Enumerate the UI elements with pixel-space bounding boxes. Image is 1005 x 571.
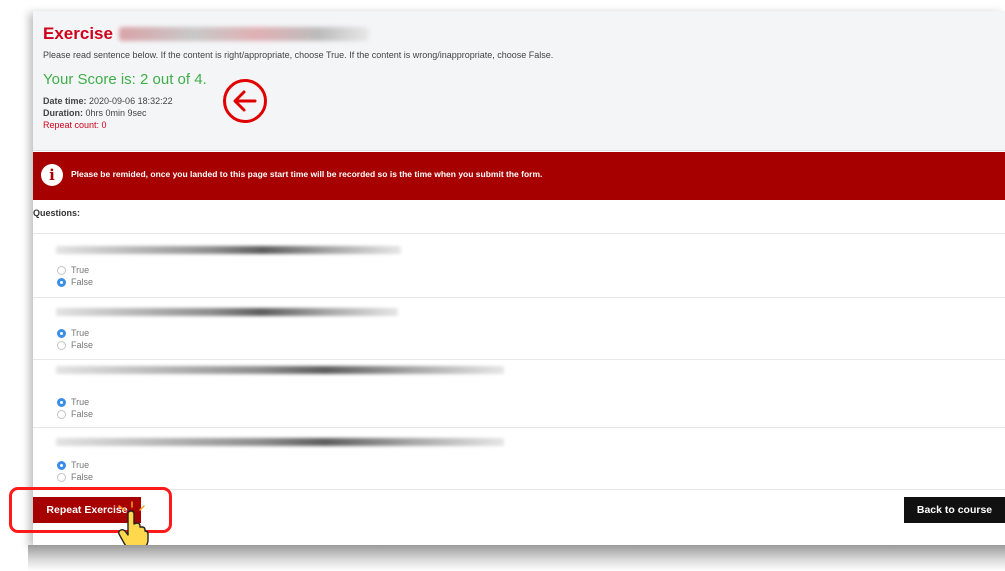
exercise-result-page: Exercise Please read sentence below. If …: [33, 11, 1005, 545]
radio-false[interactable]: [57, 340, 66, 350]
option-label: True: [71, 328, 90, 338]
notice-text: Please be remided, once you landed to th…: [71, 169, 543, 179]
option-true[interactable]: True: [57, 328, 89, 338]
question-item: True False: [33, 297, 1005, 360]
redacted-question-text: [56, 308, 398, 316]
option-label: True: [71, 265, 90, 275]
score-text: Your Score is: 2 out of 4.: [43, 71, 207, 88]
left-arrow-circle-icon: [223, 79, 267, 123]
instruction-text: Please read sentence below. If the conte…: [43, 50, 554, 60]
option-true[interactable]: True: [57, 265, 89, 275]
back-to-course-button[interactable]: Back to course: [904, 497, 1005, 523]
notice-banner: i Please be remided, once you landed to …: [33, 152, 1005, 200]
pointing-hand-icon: [118, 501, 149, 548]
option-label: True: [71, 460, 90, 470]
option-false[interactable]: False: [57, 277, 93, 287]
radio-true-selected[interactable]: [57, 328, 66, 338]
radio-false-selected[interactable]: [57, 277, 66, 287]
questions-label: Questions:: [33, 208, 81, 218]
option-true[interactable]: True: [57, 460, 89, 470]
info-icon: i: [41, 164, 63, 186]
date-time-label: Date time:: [43, 96, 87, 106]
option-label: True: [71, 397, 90, 407]
option-true[interactable]: True: [57, 397, 89, 407]
page-title: Exercise: [43, 24, 369, 44]
redacted-question-text: [56, 366, 504, 374]
duration: Duration: 0hrs 0min 9sec: [43, 108, 147, 118]
repeat-count: Repeat count: 0: [43, 120, 107, 130]
option-label: False: [71, 277, 94, 287]
option-false[interactable]: False: [57, 409, 93, 419]
result-header: Exercise Please read sentence below. If …: [33, 11, 1005, 151]
option-false[interactable]: False: [57, 472, 93, 482]
radio-true[interactable]: [57, 265, 66, 275]
radio-false[interactable]: [57, 472, 66, 482]
option-label: False: [71, 340, 94, 350]
radio-true-selected[interactable]: [57, 460, 66, 470]
date-time-value: 2020-09-06 18:32:22: [89, 96, 173, 106]
divider: [33, 489, 1005, 491]
title-prefix: Exercise: [43, 24, 113, 43]
option-label: False: [71, 472, 94, 482]
page-bottom-shadow: [28, 545, 1005, 571]
duration-label: Duration:: [43, 108, 83, 118]
question-item: True False: [33, 359, 1005, 428]
question-item: True False: [33, 427, 1005, 490]
redacted-title: [118, 27, 369, 41]
radio-true-selected[interactable]: [57, 397, 66, 407]
option-label: False: [71, 409, 94, 419]
radio-false[interactable]: [57, 409, 66, 419]
date-time: Date time: 2020-09-06 18:32:22: [43, 96, 173, 106]
duration-value: 0hrs 0min 9sec: [85, 108, 147, 118]
option-false[interactable]: False: [57, 340, 93, 350]
question-item: True False: [33, 233, 1005, 298]
redacted-question-text: [56, 246, 401, 254]
redacted-question-text: [56, 438, 504, 446]
